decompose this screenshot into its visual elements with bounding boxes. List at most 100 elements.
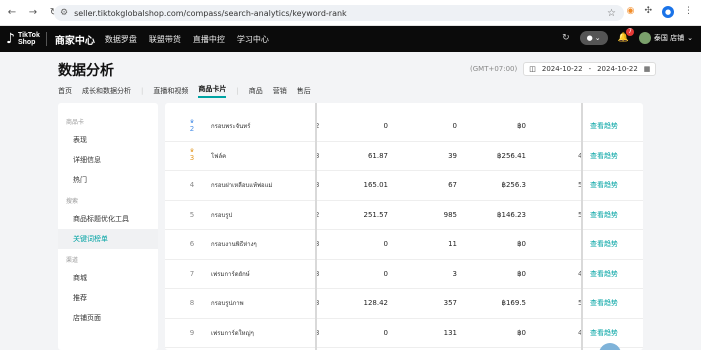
view-trend-link[interactable]: 查看趋势 (590, 298, 618, 308)
tab-after-sales[interactable]: 售后 (297, 86, 311, 96)
keyword-cell: กรอบรูปภาพ (211, 300, 244, 308)
sidebar-item-shop-page[interactable]: 店铺页面 (58, 308, 158, 328)
table-row: 9เฟรมการ์ดใหญ่ๆ30131฿04查看趋势 (165, 319, 643, 348)
table-row: 8กรอบรูปภาพ3128.42357฿169.55查看趋势 (165, 289, 643, 319)
sidebar-item-mall[interactable]: 商城 (58, 268, 158, 288)
calendar-icon: ▦ (643, 65, 651, 73)
search-volume-cell: 251.57 (363, 210, 389, 219)
chevron-down-icon: ⌄ (687, 34, 693, 42)
rank-number: 6 (189, 240, 195, 249)
chat-icon: ● (586, 34, 593, 42)
clicks-cell: 3 (452, 269, 457, 278)
keyword-cell: เฟรมการ์ดใหญ่ๆ (211, 329, 254, 337)
tab-home[interactable]: 首页 (58, 86, 72, 96)
rank-number: 3 (189, 154, 195, 163)
site-settings-icon[interactable]: ⚙ (60, 8, 68, 18)
merchant-center-title[interactable]: 商家中心 (55, 32, 95, 47)
clicks-cell: 39 (448, 151, 457, 160)
shop-avatar (638, 32, 651, 44)
keyword-rank-table: 9 เฟรมการ์ดใหญ่ๆ 3 0 131 ฿0 4 查看趋势 8 กรอบรูปภาพ 3 1… (165, 103, 643, 350)
gmv-cell: ฿0 (517, 328, 526, 337)
sidebar-item-title-optimizer[interactable]: 商品标题优化工具 (58, 209, 158, 229)
tab-divider: | (236, 87, 239, 95)
sidebar-item-recommend[interactable]: 推荐 (58, 288, 158, 308)
back-icon[interactable]: ← (6, 7, 18, 18)
sidebar-item-trending[interactable]: 热门 (58, 170, 158, 190)
search-volume-cell: 128.42 (363, 299, 389, 308)
notification-badge: 7 (626, 28, 634, 36)
sidebar-item-keyword-rank[interactable]: 关键词榜单 (58, 229, 158, 249)
chat-toggle[interactable]: ● ⌄ (579, 31, 608, 45)
refresh-icon[interactable]: ↻ (562, 33, 570, 43)
rank-cell: 4 (187, 181, 197, 189)
nav-affiliate[interactable]: 联盟带货 (149, 34, 181, 45)
clicks-cell: 357 (443, 299, 457, 308)
table-row: ♛3โฟล์ค361.8739฿256.414查看趋势 (165, 142, 643, 171)
keyword-cell: โฟล์ค (211, 152, 227, 160)
sidebar-group-search: 搜索 (66, 198, 79, 205)
profile-avatar[interactable]: ● (662, 6, 674, 18)
rank-cell: ♛ 2 (187, 119, 197, 133)
view-trend-link[interactable]: 查看趋势 (590, 239, 618, 249)
puzzle-icon[interactable]: ✣ (644, 6, 652, 18)
clicks-cell: 0 (452, 122, 457, 131)
date-start: 2024-10-22 (541, 65, 583, 73)
shop-switcher[interactable]: 泰国 店铺 ⌄ (638, 32, 693, 44)
keyword-cell: กรอบงานพิธีห่างๆ (211, 241, 257, 249)
tiktok-shop-logo[interactable]: ♪ TikTok Shop (6, 31, 40, 47)
star-icon[interactable]: ☆ (607, 8, 616, 19)
browser-toolbar: ← → ↻ ⚙ seller.tiktokglobalshop.com/comp… (0, 0, 701, 26)
rank-cell: 7 (187, 270, 197, 278)
more-icon[interactable]: ⋮ (684, 6, 693, 18)
tab-live-video[interactable]: 直播和视频 (153, 86, 188, 96)
table-row: 6 กรอบงานพิธีห่างๆ 3 0 11 ฿0 查看趋势 (165, 230, 643, 260)
view-trend-link[interactable]: 查看趋势 (590, 269, 618, 279)
header-divider (45, 32, 47, 46)
rank-cell: 9 (187, 329, 197, 337)
nav-learning[interactable]: 学习中心 (237, 34, 269, 45)
calendar-start-icon: ◫ (529, 65, 536, 73)
sidebar-item-details[interactable]: 详细信息 (58, 150, 158, 170)
date-range-picker[interactable]: ◫ 2024-10-22 - 2024-10-22 ▦ (523, 62, 657, 76)
view-trend-link[interactable]: 查看趋势 (590, 180, 618, 190)
notification-bell[interactable]: 🔔 7 (618, 28, 634, 43)
table-row: ♛ 2 กรอบพระจันทร์ 2 0 0 ฿0 查看趋势 (165, 112, 643, 142)
nav-live[interactable]: 直播中控 (193, 34, 225, 45)
search-volume-cell: 0 (383, 328, 388, 337)
tab-growth[interactable]: 成长和数据分析 (82, 86, 131, 96)
logo-line1: TikTok (17, 32, 40, 39)
rank-cell: 6 (187, 240, 197, 248)
sidebar: 商品卡 表现 详细信息 热门 搜索 商品标题优化工具 关键词榜单 渠道 商城 推… (58, 103, 158, 350)
search-volume-cell: 165.01 (363, 181, 389, 190)
column-divider-left[interactable] (315, 103, 317, 350)
view-trend-link[interactable]: 查看趋势 (590, 151, 618, 161)
rank-number: 2 (189, 124, 195, 133)
section-tabs: 首页 成长和数据分析 | 直播和视频 商品卡片 | 商品 营销 售后 (58, 84, 311, 98)
rank-cell: ♛ 3 (187, 149, 197, 163)
rank-cell: 5 (187, 211, 197, 219)
address-bar[interactable]: ⚙ seller.tiktokglobalshop.com/compass/se… (54, 5, 624, 21)
tab-marketing[interactable]: 营销 (273, 86, 287, 96)
extension-icon[interactable]: ◉ (627, 6, 635, 18)
gmv-cell: ฿256.3 (501, 181, 527, 190)
gmv-cell: ฿0 (517, 122, 526, 131)
search-volume-cell: 0 (383, 122, 388, 131)
view-trend-link[interactable]: 查看趋势 (590, 210, 618, 220)
rank-number: 7 (189, 269, 195, 278)
gmv-cell: ฿0 (517, 269, 526, 278)
tab-products[interactable]: 商品 (249, 86, 263, 96)
clicks-cell: 985 (443, 210, 457, 219)
forward-icon[interactable]: → (27, 7, 39, 18)
rank-number: 8 (189, 299, 195, 308)
rank-number: 5 (189, 210, 195, 219)
nav-compass[interactable]: 数据罗盘 (105, 34, 137, 45)
view-trend-link[interactable]: 查看趋势 (590, 328, 618, 338)
view-trend-link[interactable]: 查看趋势 (590, 121, 618, 131)
page-title: 数据分析 (58, 63, 114, 79)
tab-product-card[interactable]: 商品卡片 (198, 84, 227, 98)
tab-divider: | (141, 87, 144, 95)
rank-number: 4 (189, 181, 195, 190)
gmv-cell: ฿0 (517, 240, 526, 249)
sidebar-item-performance[interactable]: 表现 (58, 130, 158, 150)
column-divider-right[interactable] (581, 103, 583, 350)
